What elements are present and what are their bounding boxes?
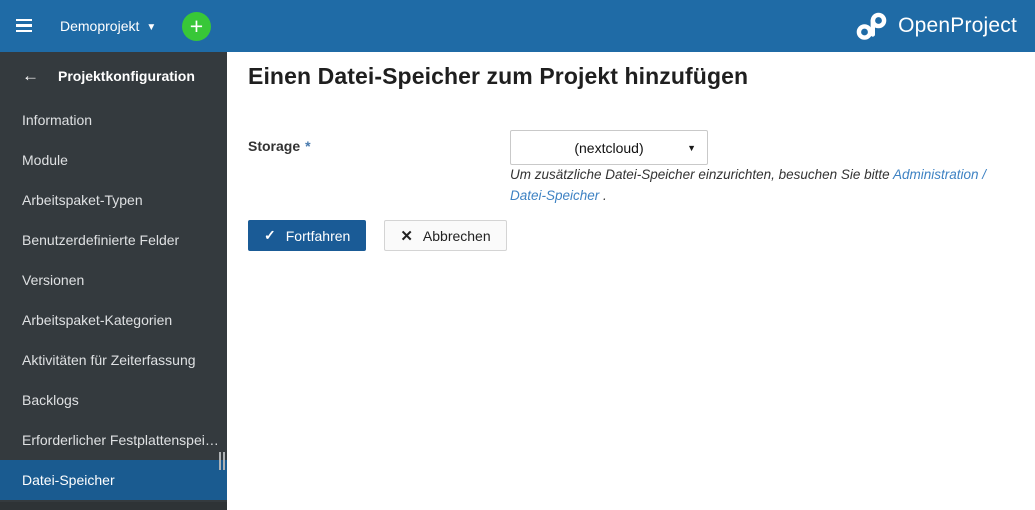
continue-button[interactable]: ✓ Fortfahren [248, 220, 367, 251]
quick-add-button[interactable]: + [182, 12, 211, 41]
project-settings-sidebar: ← Projektkonfiguration Information Modul… [0, 52, 227, 510]
main-content: Einen Datei-Speicher zum Projekt hinzufü… [227, 52, 1035, 510]
hint-suffix: . [599, 188, 607, 203]
sidebar-item-versionen[interactable]: Versionen [0, 260, 227, 300]
top-navigation-bar: Demoprojekt ▼ + OpenProject [0, 0, 1035, 52]
continue-button-label: Fortfahren [285, 227, 351, 244]
storage-select-value: (nextcloud) [574, 139, 644, 156]
project-switcher[interactable]: Demoprojekt ▼ [60, 0, 156, 52]
sidebar-item-module[interactable]: Module [0, 140, 227, 180]
sidebar-item-information[interactable]: Information [0, 100, 227, 140]
hamburger-menu-icon[interactable] [16, 19, 32, 32]
storage-select[interactable]: (nextcloud) ▼ [510, 130, 708, 165]
check-icon: ✓ [264, 227, 276, 243]
sidebar-header: ← Projektkonfiguration [0, 52, 227, 100]
cancel-button-label: Abbrechen [422, 227, 491, 244]
logo-text: OpenProject [898, 14, 1017, 37]
hint-prefix: Um zusätzliche Datei-Speicher einzuricht… [510, 167, 893, 182]
cancel-button[interactable]: ✕ Abbrechen [384, 220, 507, 251]
sidebar-item-aktivitaeten-zeiterfassung[interactable]: Aktivitäten für Zeiterfassung [0, 340, 227, 380]
openproject-logo-icon [856, 12, 887, 40]
sidebar-item-benutzerdefinierte-felder[interactable]: Benutzerdefinierte Felder [0, 220, 227, 260]
sidebar-item-arbeitspaket-typen[interactable]: Arbeitspaket-Typen [0, 180, 227, 220]
storage-hint-text: Um zusätzliche Datei-Speicher einzuricht… [510, 164, 990, 206]
openproject-logo[interactable]: OpenProject [855, 0, 1017, 52]
form-button-row: ✓ Fortfahren ✕ Abbrechen [248, 220, 507, 251]
sidebar-item-datei-speicher[interactable]: Datei-Speicher [0, 460, 227, 500]
sidebar-bottom-strip [0, 502, 227, 510]
chevron-down-icon: ▼ [146, 21, 157, 33]
page-title: Einen Datei-Speicher zum Projekt hinzufü… [248, 63, 749, 89]
select-caret-down-icon: ▼ [687, 142, 696, 153]
close-icon: ✕ [400, 227, 413, 245]
sidebar-item-arbeitspaket-kategorien[interactable]: Arbeitspaket-Kategorien [0, 300, 227, 340]
back-arrow-icon[interactable]: ← [22, 66, 39, 86]
sidebar-resize-handle[interactable] [219, 452, 225, 470]
storage-field-label: Storage * [248, 138, 311, 154]
sidebar-header-label: Projektkonfiguration [58, 68, 195, 84]
plus-icon: + [189, 13, 204, 39]
project-name: Demoprojekt [60, 18, 140, 34]
sidebar-item-festplattenspeicher[interactable]: Erforderlicher Festplattenspei… [0, 420, 227, 460]
sidebar-item-backlogs[interactable]: Backlogs [0, 380, 227, 420]
storage-label-text: Storage [248, 138, 301, 154]
required-marker: * [305, 138, 311, 154]
